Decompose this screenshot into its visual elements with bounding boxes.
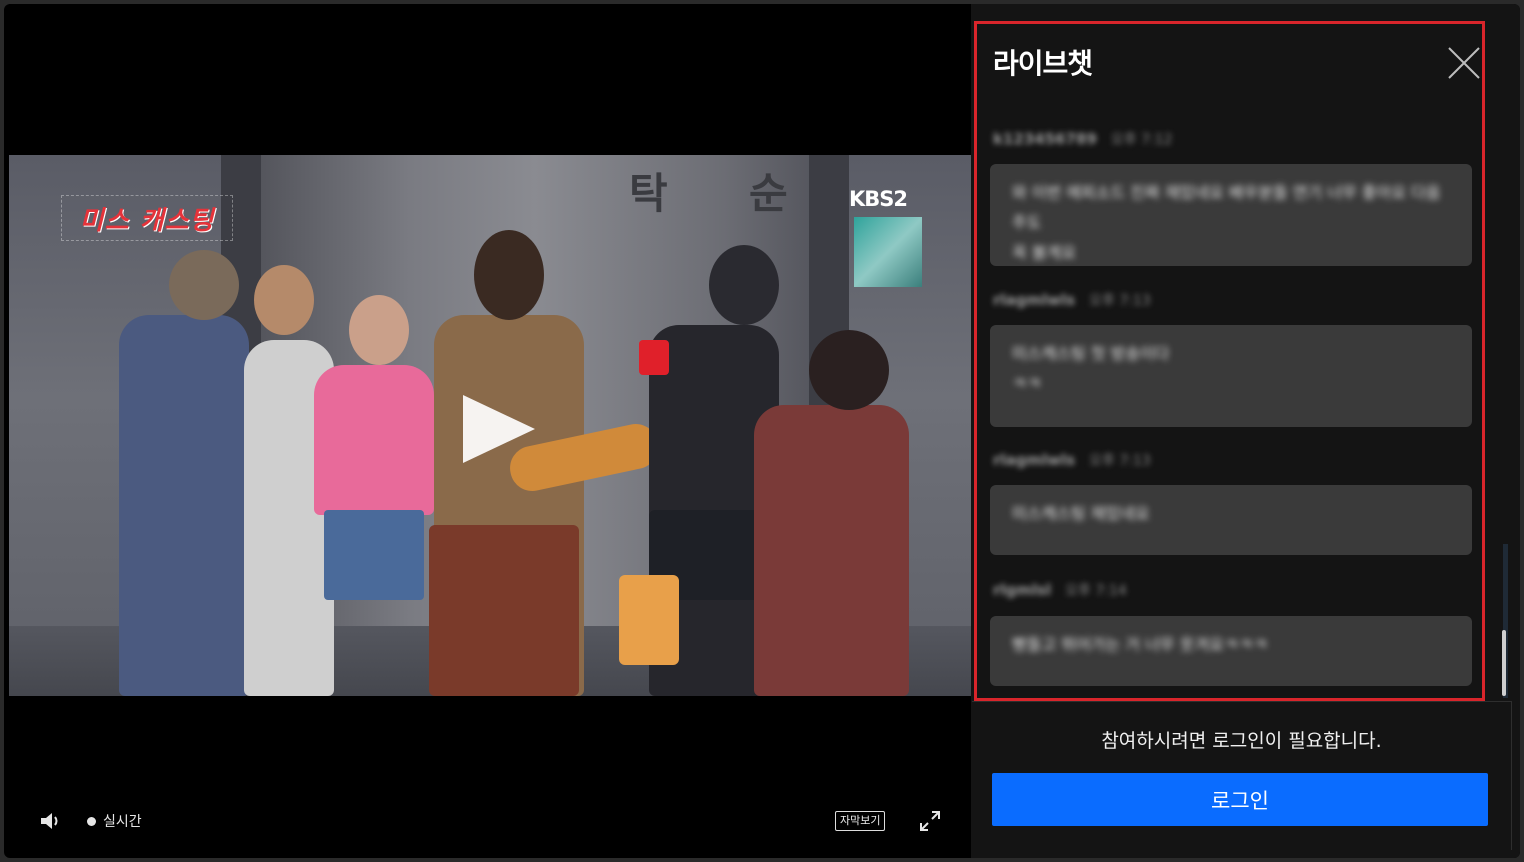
play-icon[interactable]	[463, 395, 535, 463]
login-notice: 참여하시려면 로그인이 필요합니다.	[1101, 730, 1382, 752]
close-x-icon[interactable]	[1447, 46, 1481, 80]
chat-message-meta: k123456789 오후 7:12	[993, 129, 1173, 149]
channel-logo: KBS2	[849, 187, 908, 211]
performer-head	[254, 265, 314, 335]
player-controls: 실시간 자막보기	[9, 794, 971, 844]
performer-head	[474, 230, 544, 320]
chat-message-text: 빵들고 뛰어가는 거 너무 웃겨요ㅋㅋㅋ	[1012, 635, 1268, 654]
chat-footer: 참여하시려면 로그인이 필요합니다. 로그인	[972, 701, 1512, 850]
video-frame[interactable]: 탁 순 미스 캐스팅 KBS2	[9, 155, 971, 696]
expand-arrows-icon[interactable]	[919, 810, 941, 832]
chat-message[interactable]: 와 이번 에피소드 진짜 재밌네요 배우분들 연기 너무 좋아요 다음주도 꼭 …	[990, 164, 1472, 266]
performer	[314, 365, 434, 515]
chat-timestamp: 오후 7:14	[1065, 583, 1127, 599]
chat-message-text: 미스캐스팅 재밌네요	[1012, 504, 1150, 523]
performer-head	[169, 250, 239, 320]
promo-thumbnail	[854, 217, 922, 287]
performer-head	[809, 330, 889, 410]
chat-scrollbar-thumb[interactable]	[1502, 630, 1506, 696]
chat-title: 라이브챗	[993, 47, 1093, 80]
chat-username: rlagmlwls	[993, 451, 1076, 469]
performer	[119, 315, 249, 696]
sign-char: 탁	[629, 169, 668, 218]
speaker-volume-icon[interactable]	[39, 810, 65, 832]
live-indicator: 실시간	[87, 811, 142, 831]
live-dot-icon	[87, 816, 96, 826]
chat-username: rlagmlwls	[993, 291, 1076, 309]
chat-message-text: 와 이번 에피소드 진짜 재밌네요 배우분들 연기 너무 좋아요 다음주도 꼭 …	[1012, 183, 1441, 262]
performer-trousers	[429, 525, 579, 696]
chat-timestamp: 오후 7:13	[1089, 293, 1151, 309]
chat-timestamp: 오후 7:12	[1110, 132, 1173, 148]
chat-timestamp: 오후 7:13	[1089, 453, 1151, 469]
chat-message-meta: rlagmlwls 오후 7:13	[993, 290, 1151, 310]
performer-skirt	[324, 510, 424, 600]
sign-char: 순	[749, 169, 788, 218]
performer-head	[709, 245, 779, 325]
app-window: 탁 순 미스 캐스팅 KBS2 실시간 자막보기 라이브챗 k123456789…	[4, 4, 1520, 858]
login-button[interactable]: 로그인	[992, 773, 1488, 826]
chat-message-meta: rlagmlwls 오후 7:13	[993, 450, 1151, 470]
chat-highlight-frame: 라이브챗 k123456789 오후 7:12 와 이번 에피소드 진짜 재밌네…	[974, 21, 1485, 701]
performer-head	[349, 295, 409, 365]
live-chat-panel: 라이브챗 k123456789 오후 7:12 와 이번 에피소드 진짜 재밌네…	[971, 4, 1520, 858]
show-logo: 미스 캐스팅	[61, 195, 233, 241]
live-label: 실시간	[103, 814, 142, 830]
chat-message[interactable]: 미스캐스팅 재밌네요	[990, 485, 1472, 555]
chat-username: k123456789	[993, 130, 1097, 148]
performer	[754, 405, 909, 696]
subtitle-button[interactable]: 자막보기	[835, 811, 886, 831]
red-prop	[639, 340, 669, 375]
chat-message[interactable]: 빵들고 뛰어가는 거 너무 웃겨요ㅋㅋㅋ	[990, 616, 1472, 686]
chat-username: rlgmlsl	[993, 581, 1052, 599]
chat-message-text: 미스캐스팅 첫 방송이다 ㅋㅋ	[1012, 344, 1170, 393]
bag-prop	[619, 575, 679, 665]
chat-message-meta: rlgmlsl 오후 7:14	[993, 580, 1127, 600]
chat-message[interactable]: 미스캐스팅 첫 방송이다 ㅋㅋ	[990, 325, 1472, 427]
video-player: 탁 순 미스 캐스팅 KBS2 실시간 자막보기	[9, 4, 971, 850]
